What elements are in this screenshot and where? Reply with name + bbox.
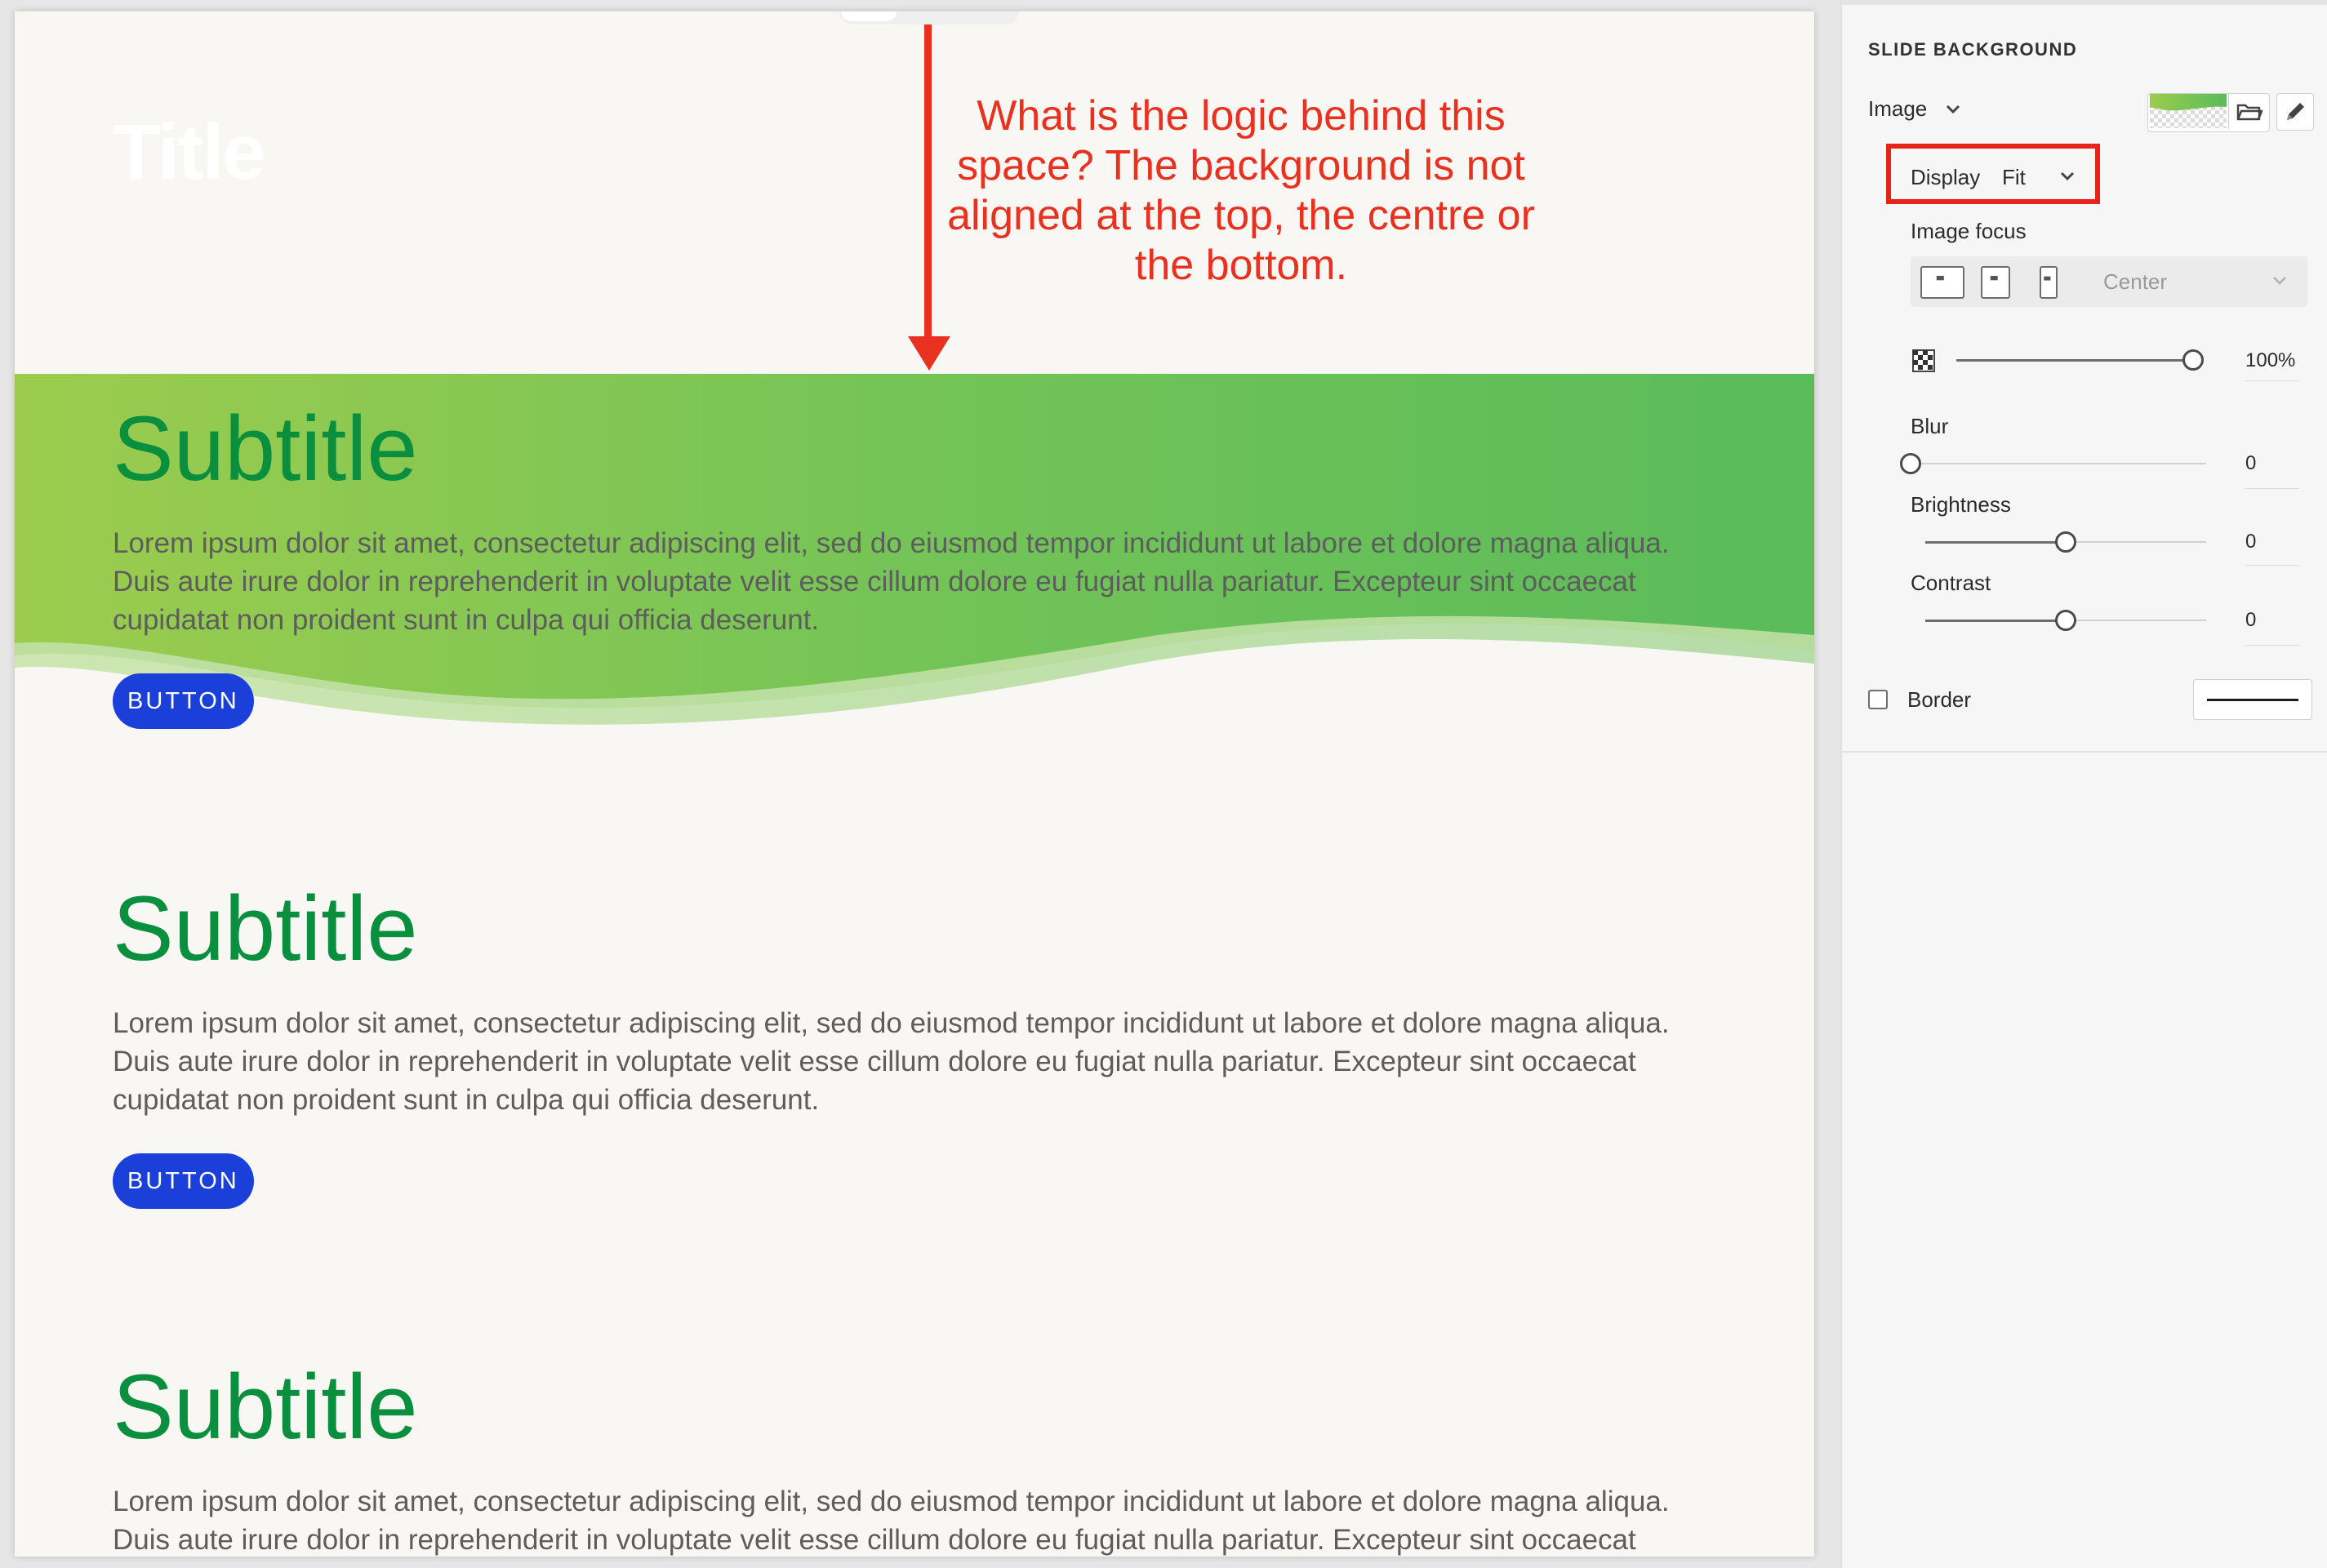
brightness-value[interactable]: 0 — [2245, 531, 2256, 553]
pencil-icon[interactable] — [2276, 93, 2314, 131]
border-style-picker[interactable] — [2193, 679, 2312, 720]
background-image-picker[interactable] — [2147, 93, 2270, 132]
image-focus-control: Center — [1911, 256, 2307, 307]
brightness-label: Brightness — [1911, 492, 2011, 517]
chevron-down-icon[interactable] — [2056, 165, 2079, 188]
folder-icon[interactable] — [2228, 94, 2268, 130]
section-body[interactable]: Lorem ipsum dolor sit amet, consectetur … — [113, 1004, 1729, 1119]
slider-thumb[interactable] — [2055, 610, 2076, 631]
checkerboard-icon — [1912, 349, 1935, 372]
panel-divider — [1842, 751, 2327, 753]
chevron-down-icon[interactable] — [2268, 269, 2291, 292]
slider-thumb[interactable] — [2182, 349, 2204, 371]
image-thumbnail[interactable] — [2150, 94, 2227, 128]
annotation-text: What is the logic behind this space? The… — [947, 92, 1535, 289]
slide-background-panel: SLIDE BACKGROUND Image Display Fit Image… — [1840, 0, 2327, 1568]
chevron-down-icon[interactable] — [1942, 98, 1964, 121]
display-dropdown[interactable]: Fit — [2002, 165, 2026, 190]
content-section-1: Subtitle Lorem ipsum dolor sit amet, con… — [113, 403, 1729, 729]
slider-track-filled — [1925, 541, 2066, 544]
contrast-value[interactable]: 0 — [2245, 609, 2256, 632]
slider-thumb[interactable] — [2055, 531, 2076, 553]
opacity-value[interactable]: 100% — [2245, 349, 2295, 372]
display-label: Display — [1911, 165, 1981, 189]
section-subtitle[interactable]: Subtitle — [113, 883, 1729, 975]
slider-track-filled — [1956, 359, 2193, 362]
blur-label: Blur — [1911, 414, 1949, 438]
slider-track-filled — [1925, 620, 2066, 622]
blur-value[interactable]: 0 — [2245, 452, 2256, 475]
image-focus-dropdown[interactable]: Center — [2103, 269, 2167, 295]
resize-handle-grip[interactable] — [841, 11, 897, 21]
section-body[interactable]: Lorem ipsum dolor sit amet, consectetur … — [113, 524, 1729, 639]
panel-top-border — [1842, 0, 2327, 5]
slide-title[interactable]: Title — [113, 108, 266, 198]
contrast-label: Contrast — [1911, 571, 1991, 595]
border-label[interactable]: Border — [1907, 687, 1971, 713]
border-line-preview — [2207, 699, 2298, 701]
panel-heading: SLIDE BACKGROUND — [1868, 39, 2078, 60]
focus-portrait-icon[interactable] — [2040, 266, 2058, 299]
section-body[interactable]: Lorem ipsum dolor sit amet, consectetur … — [113, 1482, 1729, 1557]
focus-square-icon[interactable] — [1981, 266, 2010, 299]
section-button[interactable]: BUTTON — [113, 673, 254, 729]
slider-thumb[interactable] — [1900, 453, 1921, 474]
focus-landscape-icon[interactable] — [1920, 266, 1964, 299]
section-subtitle[interactable]: Subtitle — [113, 403, 1729, 495]
background-type-dropdown[interactable]: Image — [1868, 96, 1927, 122]
slider-track-rest — [1911, 463, 2206, 464]
image-focus-label: Image focus — [1911, 219, 2027, 243]
section-subtitle[interactable]: Subtitle — [113, 1361, 1729, 1453]
section-button[interactable]: BUTTON — [113, 1153, 254, 1209]
border-checkbox[interactable] — [1868, 690, 1888, 709]
content-section-3: Subtitle Lorem ipsum dolor sit amet, con… — [113, 1361, 1729, 1557]
content-section-2: Subtitle Lorem ipsum dolor sit amet, con… — [113, 883, 1729, 1209]
